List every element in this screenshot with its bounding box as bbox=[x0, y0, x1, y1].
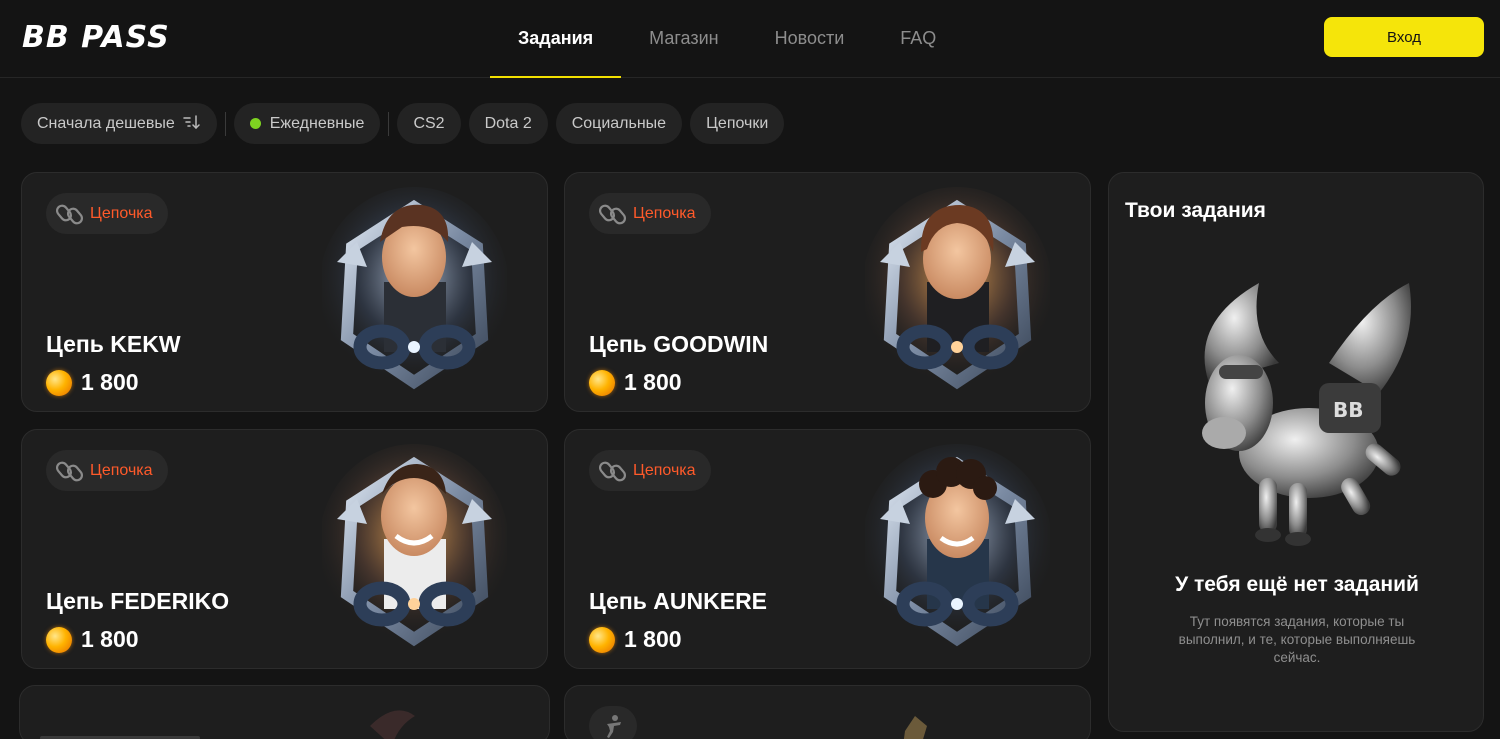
nav-tab-faq[interactable]: FAQ bbox=[872, 0, 964, 78]
streamer-avatar-art bbox=[865, 444, 1050, 647]
chain-tag-label: Цепочка bbox=[90, 461, 153, 479]
price-value: 1 800 bbox=[624, 626, 682, 652]
filter-cs2[interactable]: CS2 bbox=[397, 103, 461, 144]
nav-tab-shop[interactable]: Магазин bbox=[621, 0, 746, 78]
card-title: Цепь FEDERIKO bbox=[46, 588, 230, 614]
chain-link-icon bbox=[56, 204, 84, 224]
empty-state-title: У тебя ещё нет заданий bbox=[1175, 573, 1419, 596]
price-value: 1 800 bbox=[624, 369, 682, 395]
chain-tag: Цепочка bbox=[589, 193, 711, 234]
daily-label: Ежедневные bbox=[269, 114, 365, 132]
chain-tag-label: Цепочка bbox=[633, 461, 696, 479]
coin-icon bbox=[46, 369, 72, 396]
card-price: 1 800 bbox=[46, 369, 139, 396]
card-title: Цепь KEKW bbox=[46, 331, 181, 357]
task-card-federiko[interactable]: Цепочка Цепь FEDERIKO 1 800 bbox=[21, 429, 548, 669]
card-art-partial bbox=[370, 710, 415, 739]
chain-tag-label: Цепочка bbox=[90, 204, 153, 222]
chain-tag: Цепочка bbox=[46, 193, 168, 234]
task-card-partial[interactable] bbox=[564, 685, 1091, 739]
filter-bar: Сначала дешевые Ежедневные CS2 Dota 2 Со… bbox=[21, 103, 792, 144]
svg-text:BB: BB bbox=[1333, 398, 1364, 422]
filter-divider bbox=[388, 111, 390, 136]
my-tasks-panel: Твои задания BB У тебя ещё нет заданий Т… bbox=[1108, 172, 1484, 732]
streamer-avatar-art bbox=[865, 187, 1050, 390]
pegasus-mascot-image: BB bbox=[1202, 283, 1411, 546]
nav-tab-news[interactable]: Новости bbox=[747, 0, 873, 78]
daily-status-dot bbox=[249, 118, 261, 129]
filter-daily[interactable]: Ежедневные bbox=[233, 103, 381, 144]
filter-dota2[interactable]: Dota 2 bbox=[468, 103, 548, 144]
task-card-aunkere[interactable]: Цепочка Цепь AUNKERE 1 800 bbox=[564, 429, 1091, 669]
top-header: BB PASS Задания Магазин Новости FAQ Вход bbox=[0, 0, 1500, 78]
task-card-goodwin[interactable]: Цепочка Цепь GOODWIN 1 800 bbox=[564, 172, 1091, 412]
chain-tag: Цепочка bbox=[46, 450, 168, 491]
filter-social[interactable]: Социальные bbox=[555, 103, 683, 144]
price-value: 1 800 bbox=[81, 626, 139, 652]
card-price: 1 800 bbox=[589, 369, 682, 396]
empty-state-description: Тут появятся задания, которые ты выполни… bbox=[1178, 614, 1416, 665]
price-value: 1 800 bbox=[81, 369, 139, 395]
nav-tab-tasks[interactable]: Задания bbox=[490, 0, 622, 78]
task-card-kekw[interactable]: Цепочка Цепь KEKW 1 800 bbox=[21, 172, 548, 412]
my-tasks-title: Твои задания bbox=[1125, 199, 1266, 222]
card-title: Цепь AUNKERE bbox=[589, 588, 768, 614]
sort-dropdown[interactable]: Сначала дешевые bbox=[21, 103, 217, 144]
streamer-avatar-art bbox=[322, 187, 507, 390]
card-art-partial bbox=[903, 716, 927, 739]
main-nav: Задания Магазин Новости FAQ bbox=[490, 0, 964, 78]
task-card-partial[interactable] bbox=[19, 685, 550, 739]
chain-link-icon bbox=[599, 204, 627, 224]
card-price: 1 800 bbox=[589, 626, 682, 653]
filter-chains[interactable]: Цепочки bbox=[690, 103, 785, 144]
coin-icon bbox=[46, 626, 72, 653]
filter-divider bbox=[224, 111, 226, 136]
coin-icon bbox=[589, 626, 615, 653]
bbpass-logo[interactable]: BB PASS bbox=[22, 20, 170, 55]
sort-label: Сначала дешевые bbox=[37, 114, 175, 132]
coin-icon bbox=[589, 369, 615, 396]
login-button[interactable]: Вход bbox=[1324, 17, 1484, 57]
card-price: 1 800 bbox=[46, 626, 139, 653]
chain-tag: Цепочка bbox=[589, 450, 711, 491]
chain-link-icon bbox=[56, 461, 84, 481]
sort-icon bbox=[182, 114, 201, 133]
streamer-avatar-art bbox=[322, 444, 507, 647]
chain-tag-label: Цепочка bbox=[633, 204, 696, 222]
chain-link-icon bbox=[599, 461, 627, 481]
card-title: Цепь GOODWIN bbox=[589, 331, 769, 357]
